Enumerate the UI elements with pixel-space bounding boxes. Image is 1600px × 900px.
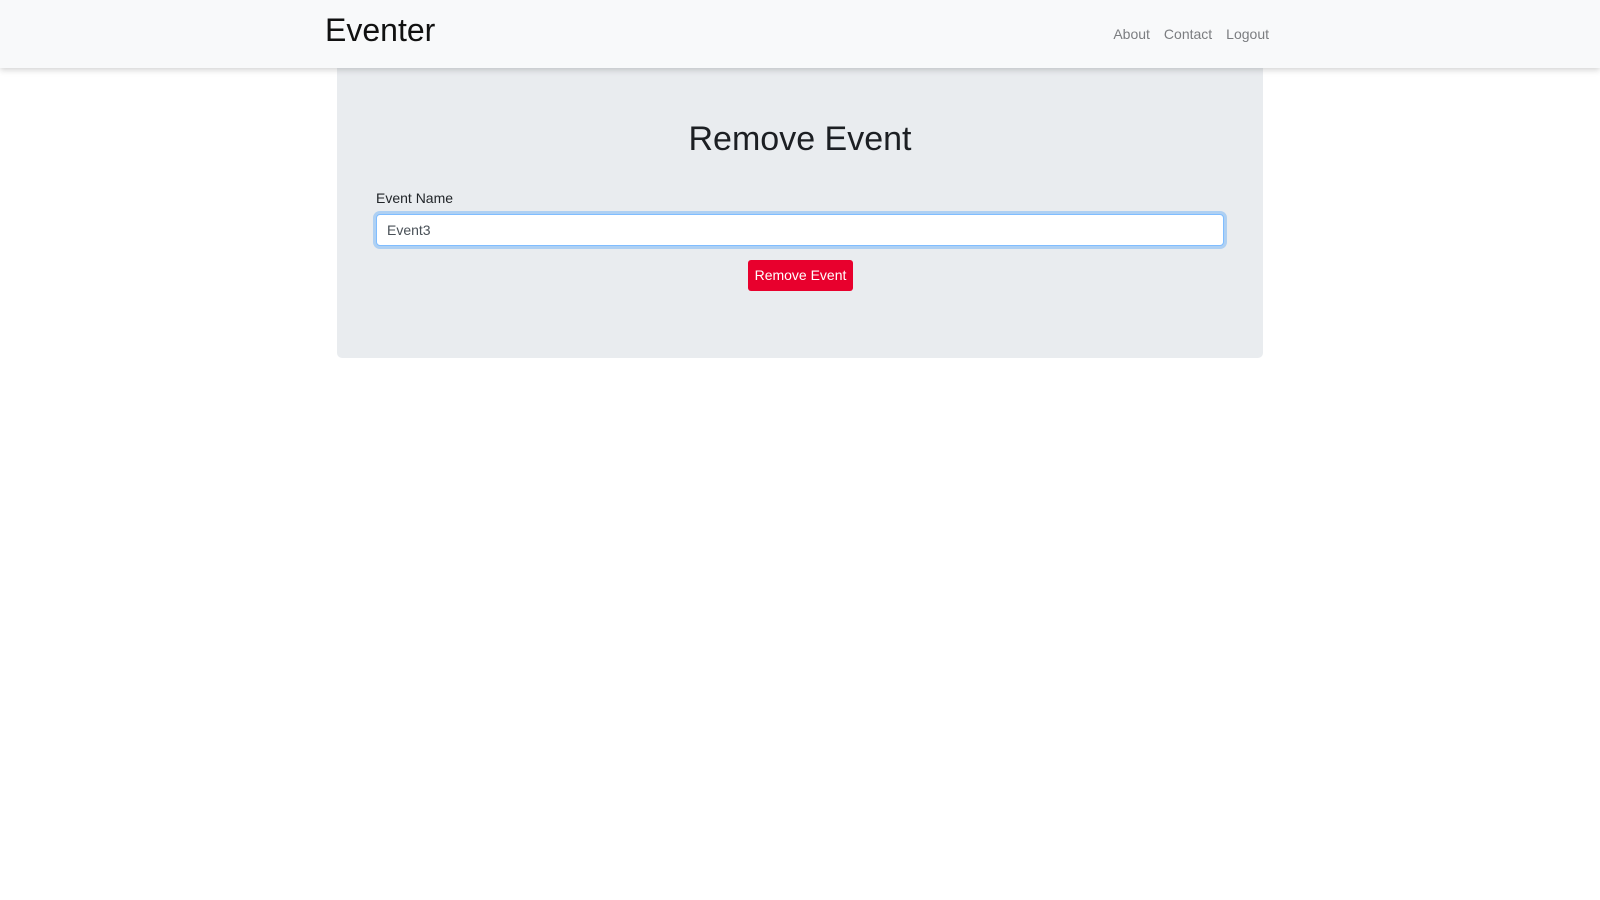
nav-links: About Contact Logout xyxy=(1113,24,1269,44)
top-navbar: Eventer About Contact Logout xyxy=(0,0,1600,68)
remove-event-panel: Remove Event Event Name Remove Event xyxy=(337,68,1263,358)
nav-link-about[interactable]: About xyxy=(1113,24,1150,44)
page-title: Remove Event xyxy=(688,120,912,158)
brand-logo[interactable]: Eventer xyxy=(325,10,435,50)
nav-link-contact[interactable]: Contact xyxy=(1164,24,1212,44)
event-name-label: Event Name xyxy=(376,190,454,206)
event-name-input[interactable] xyxy=(376,214,1224,246)
nav-link-logout[interactable]: Logout xyxy=(1226,24,1269,44)
remove-event-button[interactable]: Remove Event xyxy=(748,260,853,291)
